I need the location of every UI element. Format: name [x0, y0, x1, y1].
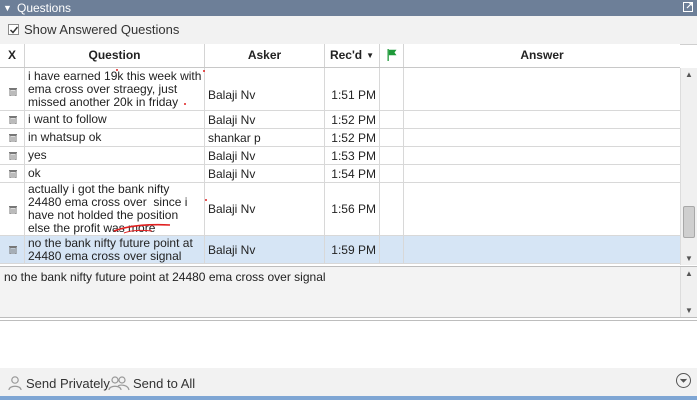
question-cell: yes: [25, 147, 205, 164]
received-cell: 1:56 PM: [325, 183, 380, 235]
flag-cell[interactable]: [380, 111, 404, 128]
flag-cell[interactable]: [380, 183, 404, 235]
annotation-mark: [205, 199, 207, 201]
asker-cell: Balaji Nv: [205, 183, 325, 235]
asker-cell: Balaji Nv: [205, 68, 325, 110]
asker-cell: Balaji Nv: [205, 111, 325, 128]
flag-cell[interactable]: [380, 147, 404, 164]
trash-icon[interactable]: [9, 87, 17, 96]
asker-cell: Balaji Nv: [205, 236, 325, 263]
scroll-up-icon[interactable]: ▲: [685, 70, 693, 79]
answer-cell: [404, 165, 680, 182]
column-header-flag[interactable]: [380, 44, 404, 67]
answer-compose-box[interactable]: [0, 320, 697, 369]
sort-desc-icon: ▼: [366, 51, 375, 60]
popout-icon[interactable]: [683, 2, 693, 12]
flag-cell[interactable]: [380, 68, 404, 110]
person-icon: [8, 376, 22, 391]
asker-cell: Balaji Nv: [205, 147, 325, 164]
trash-icon[interactable]: [9, 151, 17, 160]
delete-cell: [0, 165, 25, 182]
scrollbar-thumb[interactable]: [683, 206, 695, 238]
flag-cell[interactable]: [380, 165, 404, 182]
scroll-up-icon[interactable]: ▲: [685, 269, 693, 278]
grid-vertical-scrollbar[interactable]: ▲ ▼: [680, 68, 697, 265]
trash-icon[interactable]: [9, 133, 17, 142]
question-cell: ok: [25, 165, 205, 182]
table-row[interactable]: actually i got the bank nifty 24480 ema …: [0, 183, 680, 236]
asker-cell: Balaji Nv: [205, 165, 325, 182]
panel-titlebar: ▼ Questions: [0, 0, 697, 16]
checkmark-icon: [9, 26, 19, 34]
send-to-all-button[interactable]: Send to All: [108, 374, 195, 392]
chevron-down-icon: [680, 378, 687, 383]
grid-header: X Question Asker Rec'd ▼ Answer: [0, 44, 680, 68]
delete-cell: [0, 111, 25, 128]
people-icon: [108, 376, 130, 391]
send-privately-button[interactable]: Send Privately: [7, 374, 110, 392]
question-cell: i want to follow: [25, 111, 205, 128]
annotation-mark: [116, 69, 118, 71]
show-answered-checkbox[interactable]: [8, 24, 19, 35]
question-cell: in whatsup ok: [25, 129, 205, 146]
column-header-answer[interactable]: Answer: [404, 44, 680, 67]
received-cell: 1:52 PM: [325, 129, 380, 146]
options-dropdown-icon[interactable]: [676, 373, 691, 388]
table-row[interactable]: yes Balaji Nv 1:53 PM: [0, 147, 680, 165]
answer-cell: [404, 111, 680, 128]
table-row[interactable]: i have earned 19k this week with ema cro…: [0, 68, 680, 111]
received-cell: 1:51 PM: [325, 68, 380, 110]
answer-cell: [404, 129, 680, 146]
annotation-mark: [203, 70, 205, 72]
answer-cell: [404, 183, 680, 235]
question-cell: i have earned 19k this week with ema cro…: [25, 68, 205, 110]
send-to-all-label: Send to All: [133, 375, 196, 391]
column-header-delete[interactable]: X: [0, 44, 25, 67]
trash-icon[interactable]: [9, 115, 17, 124]
delete-cell: [0, 236, 25, 263]
questions-grid: X Question Asker Rec'd ▼ Answer i have ea…: [0, 44, 697, 267]
question-preview: no the bank nifty future point at 24480 …: [0, 267, 697, 318]
received-cell: 1:59 PM: [325, 236, 380, 263]
question-cell: no the bank nifty future point at 24480 …: [25, 236, 205, 263]
trash-icon[interactable]: [9, 245, 17, 254]
column-header-received-label: Rec'd: [329, 48, 363, 62]
flag-icon: [387, 49, 396, 61]
table-row-selected[interactable]: no the bank nifty future point at 24480 …: [0, 236, 680, 264]
column-header-received[interactable]: Rec'd ▼: [325, 44, 380, 67]
received-cell: 1:54 PM: [325, 165, 380, 182]
trash-icon[interactable]: [9, 169, 17, 178]
flag-cell[interactable]: [380, 129, 404, 146]
received-cell: 1:52 PM: [325, 111, 380, 128]
show-answered-label[interactable]: Show Answered Questions: [24, 22, 179, 37]
flag-cell[interactable]: [380, 236, 404, 263]
collapse-triangle-icon[interactable]: ▼: [3, 0, 12, 16]
taskbar-edge: [0, 396, 697, 400]
annotation-mark: [184, 103, 186, 105]
preview-text: no the bank nifty future point at 24480 …: [4, 270, 326, 284]
grid-body: i have earned 19k this week with ema cro…: [0, 68, 680, 266]
answer-cell: [404, 147, 680, 164]
annotation-underline: [113, 223, 171, 234]
panel-title: Questions: [17, 1, 72, 15]
received-cell: 1:53 PM: [325, 147, 380, 164]
trash-icon[interactable]: [9, 205, 17, 214]
table-row[interactable]: i want to follow Balaji Nv 1:52 PM: [0, 111, 680, 129]
column-header-asker[interactable]: Asker: [205, 44, 325, 67]
answer-cell: [404, 68, 680, 110]
answer-cell: [404, 236, 680, 263]
delete-cell: [0, 129, 25, 146]
options-bar: Show Answered Questions: [0, 16, 697, 45]
column-header-question[interactable]: Question: [25, 44, 205, 67]
table-row[interactable]: ok Balaji Nv 1:54 PM: [0, 165, 680, 183]
asker-cell: shankar p: [205, 129, 325, 146]
send-privately-label: Send Privately: [26, 375, 110, 391]
delete-cell: [0, 183, 25, 235]
table-row[interactable]: in whatsup ok shankar p 1:52 PM: [0, 129, 680, 147]
scroll-down-icon[interactable]: ▼: [685, 254, 693, 263]
scroll-down-icon[interactable]: ▼: [685, 306, 693, 315]
delete-cell: [0, 147, 25, 164]
preview-scrollbar[interactable]: ▲ ▼: [680, 267, 697, 317]
delete-cell: [0, 68, 25, 110]
